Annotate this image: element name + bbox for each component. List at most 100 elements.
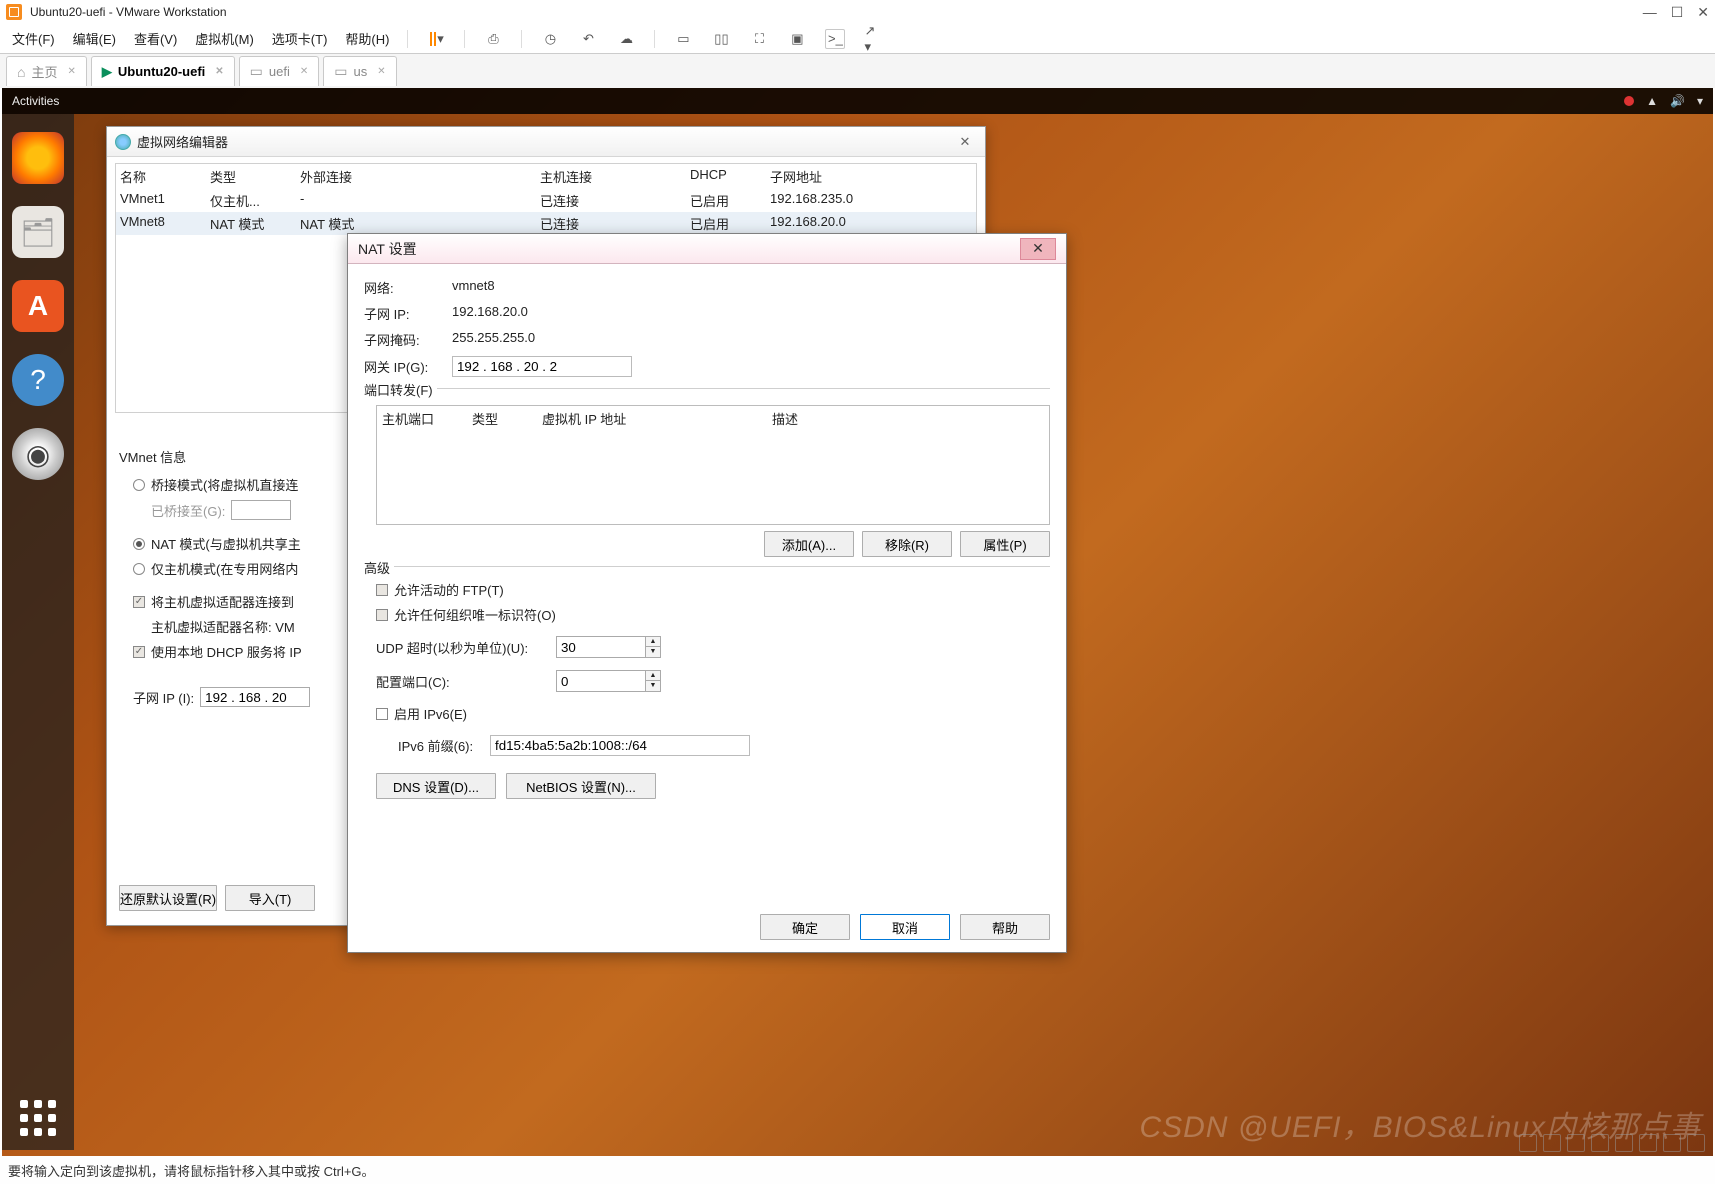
subnet-ip-value: 192.168.20.0 [452,304,528,323]
menu-vm[interactable]: 虚拟机(M) [195,29,254,48]
checkbox-dhcp[interactable] [133,646,145,658]
tab-us[interactable]: ▭us✕ [323,56,396,86]
table-row[interactable]: VMnet1 仅主机... - 已连接 已启用 192.168.235.0 [116,189,976,212]
show-apps-icon[interactable] [20,1100,56,1136]
cell: - [300,191,540,210]
close-icon[interactable]: ✕ [377,66,385,77]
separator [521,30,522,48]
subnet-ip-label: 子网 IP (I): [133,688,194,707]
disc-icon[interactable]: ◉ [12,428,64,480]
snapshot-manager-icon[interactable]: ☁ [616,29,636,49]
col-name: 名称 [120,167,210,186]
dhcp-label: 使用本地 DHCP 服务将 IP [151,642,302,661]
config-port-field[interactable] [556,670,646,692]
ubuntu-dock: 🗂 ? ◉ [2,114,74,1150]
udp-timeout-field[interactable] [556,636,646,658]
help-button[interactable]: 帮助 [960,914,1050,940]
close-icon[interactable]: ✕ [215,66,223,77]
fullscreen-icon[interactable]: >_ [825,29,845,49]
close-icon[interactable]: ✕ [953,132,977,152]
subnet-mask-label: 子网掩码: [364,330,442,349]
minimize-button[interactable]: — [1643,4,1657,21]
import-button[interactable]: 导入(T) [225,885,315,911]
netbios-settings-button[interactable]: NetBIOS 设置(N)... [506,773,656,799]
port-forward-legend: 端口转发(F) [364,380,437,399]
menu-view[interactable]: 查看(V) [134,29,177,48]
pause-button[interactable]: ▾ [426,29,446,49]
monitor-icon: ▭ [250,63,263,80]
close-icon[interactable]: ✕ [1020,238,1056,260]
close-icon[interactable]: ✕ [67,66,75,77]
send-ctrlaltdel-icon[interactable]: ⎙ [483,29,503,49]
window-title: Ubuntu20-uefi - VMware Workstation [30,5,227,19]
tab-ubuntu20-uefi[interactable]: ▶Ubuntu20-uefi✕ [91,56,235,86]
tab-label: Ubuntu20-uefi [118,64,205,79]
port-forward-table[interactable]: 主机端口 类型 虚拟机 IP 地址 描述 [376,405,1050,525]
activities-button[interactable]: Activities [12,94,59,108]
cycle-view-icon[interactable]: ↗ ▾ [863,29,883,49]
ftp-label: 允许活动的 FTP(T) [394,580,504,599]
dns-settings-button[interactable]: DNS 设置(D)... [376,773,496,799]
tab-home[interactable]: ⌂主页✕ [6,56,87,86]
network-icon[interactable]: ▲ [1646,94,1658,108]
view-console-icon[interactable]: ▣ [787,29,807,49]
properties-button[interactable]: 属性(P) [960,531,1050,557]
menu-file[interactable]: 文件(F) [12,29,55,48]
notification-icon[interactable] [1624,96,1634,106]
table-row[interactable]: VMnet8 NAT 模式 NAT 模式 已连接 已启用 192.168.20.… [116,212,976,235]
menu-tabs[interactable]: 选项卡(T) [272,29,328,48]
menu-edit[interactable]: 编辑(E) [73,29,116,48]
ok-button[interactable]: 确定 [760,914,850,940]
files-icon[interactable]: 🗂 [12,206,64,258]
ubuntu-software-icon[interactable] [12,280,64,332]
checkbox-ftp[interactable] [376,584,388,596]
view-single-icon[interactable]: ▭ [673,29,693,49]
tab-label: uefi [269,64,290,79]
firefox-icon[interactable] [12,132,64,184]
separator [464,30,465,48]
radio-bridge-label: 桥接模式(将虚拟机直接连 [151,475,298,494]
power-icon[interactable]: ▾ [1697,94,1703,108]
snapshot-revert-icon[interactable]: ↶ [578,29,598,49]
radio-nat[interactable] [133,538,145,550]
col-type: 类型 [472,409,542,428]
view-tile-icon[interactable]: ▯▯ [711,29,731,49]
cancel-button[interactable]: 取消 [860,914,950,940]
spin-down-icon[interactable]: ▼ [646,647,660,657]
checkbox-org[interactable] [376,609,388,621]
cell: VMnet8 [120,214,210,233]
cell: 仅主机... [210,191,300,210]
tab-uefi[interactable]: ▭ uefi ✕ [239,56,320,86]
advanced-legend: 高级 [364,558,394,577]
snapshot-take-icon[interactable]: ◷ [540,29,560,49]
volume-icon[interactable]: 🔊 [1670,94,1685,108]
col-hostport: 主机端口 [382,409,472,428]
spin-up-icon[interactable]: ▲ [646,637,660,647]
add-button[interactable]: 添加(A)... [764,531,854,557]
restore-defaults-button[interactable]: 还原默认设置(R) [119,885,217,911]
col-type: 类型 [210,167,300,186]
gateway-ip-field[interactable] [452,356,632,377]
maximize-button[interactable]: ☐ [1671,4,1684,21]
view-unity-icon[interactable]: ⛶ [749,29,769,49]
nat-title: NAT 设置 [358,239,417,259]
host-adapter-name: 主机虚拟适配器名称: VM [151,617,295,636]
port-forward-group: 端口转发(F) 主机端口 类型 虚拟机 IP 地址 描述 添加(A)... 移除… [364,388,1050,557]
ipv6-prefix-field[interactable] [490,735,750,756]
checkbox-ipv6[interactable] [376,708,388,720]
remove-button[interactable]: 移除(R) [862,531,952,557]
subnet-ip-field[interactable] [200,687,310,707]
globe-icon [115,134,131,150]
separator [654,30,655,48]
close-icon[interactable]: ✕ [300,66,308,77]
spin-up-icon[interactable]: ▲ [646,671,660,681]
cell: 已启用 [690,191,770,210]
checkbox-host-adapter[interactable] [133,596,145,608]
radio-hostonly[interactable] [133,563,145,575]
menu-help[interactable]: 帮助(H) [345,29,389,48]
spin-down-icon[interactable]: ▼ [646,681,660,691]
radio-bridge[interactable] [133,479,145,491]
cell: 已连接 [540,191,690,210]
help-icon[interactable]: ? [12,354,64,406]
close-button[interactable]: ✕ [1697,4,1709,21]
